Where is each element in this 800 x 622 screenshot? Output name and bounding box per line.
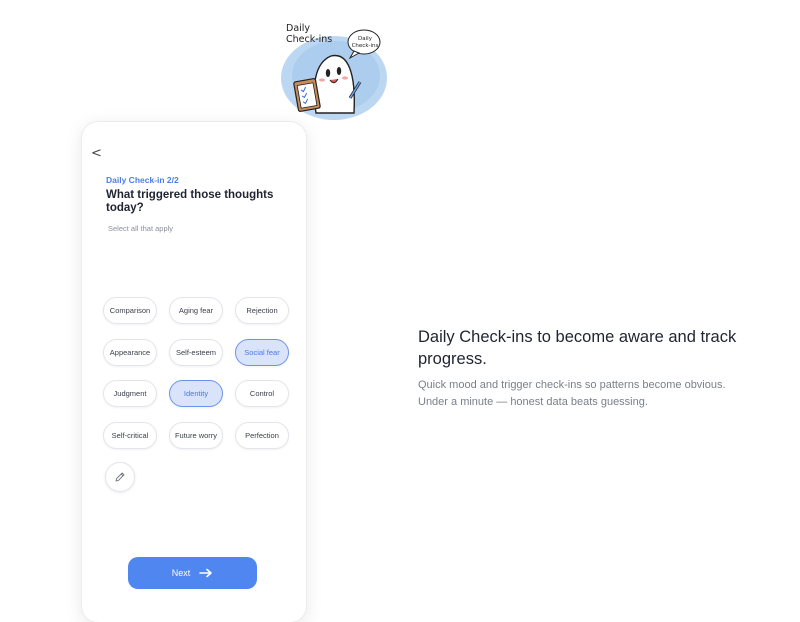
chip-social-fear[interactable]: Social fear [235,339,289,366]
next-button-label: Next [171,568,191,578]
illustration-title: Daily Check-ins [286,23,333,45]
chip-self-critical[interactable]: Self-critical [103,422,157,449]
back-button[interactable]: < [91,146,102,161]
feature-description-line-2: Under a minute — honest data beats guess… [418,396,648,408]
chip-perfection[interactable]: Perfection [235,422,289,449]
chip-future-worry[interactable]: Future worry [169,422,223,449]
chip-appearance[interactable]: Appearance [103,339,157,366]
custom-trigger-button[interactable] [105,462,135,492]
phone-screen: < Daily Check-in 2/2 What triggered thos… [82,122,306,622]
question-title: What triggered those thoughts today? [106,189,274,214]
speech-bubble-text: Daily Check-ins [351,36,379,49]
chip-judgment[interactable]: Judgment [103,380,157,407]
arrow-right-icon [199,568,213,578]
chip-self-esteem[interactable]: Self-esteem [169,339,223,366]
chip-identity[interactable]: Identity [169,380,223,407]
chip-comparison[interactable]: Comparison [103,297,157,324]
chip-aging-fear[interactable]: Aging fear [169,297,223,324]
feature-description-line-1: Quick mood and trigger check-ins so patt… [418,379,726,391]
chip-rejection[interactable]: Rejection [235,297,289,324]
feature-description: Quick mood and trigger check-ins so patt… [418,377,778,411]
hint-text: Select all that apply [108,224,174,233]
chip-control[interactable]: Control [235,380,289,407]
next-button[interactable]: Next [128,557,257,589]
pencil-icon [115,472,125,482]
daily-checkins-illustration: Daily Check-ins Daily Check-ins [276,18,390,122]
feature-headline: Daily Check-ins to become aware and trac… [418,328,737,368]
step-label: Daily Check-in 2/2 [106,175,179,185]
